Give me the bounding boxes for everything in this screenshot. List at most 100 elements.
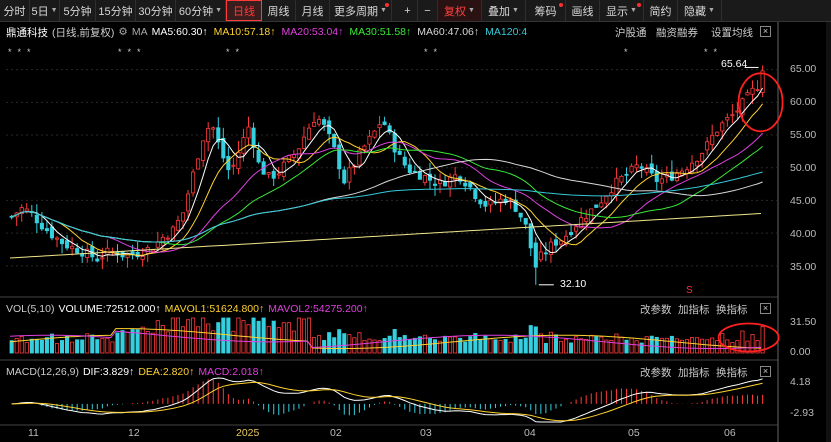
close-icon[interactable]: × — [760, 26, 771, 37]
date-label: 2025 — [236, 427, 260, 439]
volume-bar — [80, 339, 85, 354]
volume-bar — [669, 335, 674, 354]
candle — [725, 117, 730, 121]
macd-yticks-tick: -2.93 — [790, 407, 814, 419]
volume-bar — [432, 339, 438, 354]
candle — [417, 171, 422, 180]
date-label: 04 — [524, 427, 536, 439]
volume-bar — [95, 339, 100, 354]
toolbar-right-item-2[interactable]: 复权 ▼ — [438, 0, 482, 21]
vol-button-2[interactable]: 换指标 — [716, 302, 748, 317]
candle — [24, 208, 29, 212]
ma250-line — [9, 213, 762, 259]
toolbar-item-9[interactable]: 更多周期 ▼ — [330, 0, 392, 21]
macd-info-row: MACD(12,26,9) DIF:3.829↑ DEA:2.820↑ MACD… — [6, 365, 268, 379]
date-label: 02 — [330, 427, 342, 439]
candle — [75, 248, 80, 254]
vol-yticks-tick: 31.50 — [790, 316, 817, 328]
candle — [553, 239, 558, 246]
candle — [599, 202, 604, 208]
candle — [402, 156, 407, 166]
volume-bar — [24, 342, 29, 354]
candle — [604, 195, 609, 204]
close-icon[interactable]: × — [760, 303, 771, 314]
volume-bar — [367, 338, 372, 354]
macd-button-0[interactable]: 改参数 — [640, 365, 672, 380]
toolbar-item-3[interactable]: 15分钟 — [96, 0, 136, 21]
date-label: 03 — [420, 427, 432, 439]
candle — [266, 172, 271, 175]
volume-bar — [286, 322, 291, 354]
toolbar-right-item-3[interactable]: 叠加 ▼ — [482, 0, 526, 21]
volume-bar — [493, 339, 498, 354]
volume-bar — [352, 337, 357, 354]
volume-bar — [543, 342, 548, 354]
volume-bar — [599, 336, 604, 354]
candle — [44, 228, 49, 232]
candle — [281, 161, 286, 177]
candle — [34, 214, 39, 224]
macd-button-2[interactable]: 换指标 — [716, 365, 748, 380]
volume-bar — [518, 338, 523, 354]
volume-bar — [684, 339, 690, 354]
ma120-line — [11, 171, 763, 243]
toolbar-right-item-7[interactable]: 简约 — [644, 0, 678, 21]
toolbar-item-5[interactable]: 60分钟 ▼ — [176, 0, 226, 21]
main-yticks-tick: 35.00 — [790, 261, 817, 273]
toolbar-item-4[interactable]: 30分钟 — [136, 0, 176, 21]
candle — [654, 171, 659, 182]
toolbar-right-label: 隐藏 — [684, 5, 707, 18]
candle — [347, 167, 352, 183]
candle — [614, 177, 619, 195]
toolbar-right-item-1[interactable]: − — [418, 0, 438, 21]
volume-bar — [705, 339, 710, 354]
toolbar-right-item-8[interactable]: 隐藏 ▼ — [678, 0, 722, 21]
toolbar-item-label: 更多周期 — [334, 5, 379, 18]
vol-button-0[interactable]: 改参数 — [640, 302, 672, 317]
vol-button-1[interactable]: 加指标 — [678, 302, 710, 317]
candle — [160, 236, 165, 246]
main-button-2[interactable]: 设置均线 — [711, 25, 753, 40]
volume-bar — [201, 317, 206, 354]
candle — [332, 133, 337, 148]
candle — [276, 173, 281, 176]
toolbar-right-item-5[interactable]: 画线 — [566, 0, 600, 21]
ma-value-4: MA60:47.06↑ — [417, 26, 480, 38]
volume-bar — [750, 334, 755, 354]
toolbar-item-label: 周线 — [267, 5, 290, 18]
toolbar-right-item-0[interactable]: + — [398, 0, 418, 21]
candle — [95, 258, 100, 262]
volume-bar — [251, 317, 256, 354]
candle — [705, 141, 710, 151]
close-icon[interactable]: × — [760, 366, 771, 377]
toolbar-item-7[interactable]: 周线 — [262, 0, 296, 21]
volume-bar — [619, 336, 624, 354]
main-button-1[interactable]: 融资融券 — [656, 25, 698, 40]
candle — [65, 240, 70, 249]
gear-icon[interactable]: ⚙ — [118, 26, 127, 38]
ma-value-0: MA5:60.30↑ — [151, 26, 208, 38]
volume-bar — [443, 335, 448, 354]
volume-bar — [342, 333, 347, 354]
candle — [140, 255, 145, 260]
macd-button-1[interactable]: 加指标 — [678, 365, 710, 380]
volume-bar — [473, 333, 478, 354]
toolbar-item-1[interactable]: 5日 ▼ — [30, 0, 60, 21]
candle — [145, 247, 150, 254]
volume-bar — [639, 342, 644, 354]
toolbar-right-item-4[interactable]: 筹码 — [526, 0, 566, 21]
toolbar-item-8[interactable]: 月线 — [296, 0, 330, 21]
toolbar-right-item-6[interactable]: 显示 ▼ — [600, 0, 644, 21]
macd-value: MACD:2.018↑ — [198, 366, 264, 378]
volume-bar — [155, 320, 160, 354]
toolbar-item-0[interactable]: 分时 — [0, 0, 30, 21]
toolbar-item-2[interactable]: 5分钟 — [60, 0, 96, 21]
main-button-0[interactable]: 沪股通 — [615, 25, 647, 40]
volume-bar — [221, 317, 226, 354]
volume-bar — [508, 341, 513, 354]
volume-bar — [34, 338, 39, 354]
volume-bar — [337, 329, 342, 354]
candle — [180, 212, 186, 222]
vertical-scrollbar[interactable] — [826, 22, 831, 442]
toolbar-item-6[interactable]: 日线 — [226, 0, 262, 21]
